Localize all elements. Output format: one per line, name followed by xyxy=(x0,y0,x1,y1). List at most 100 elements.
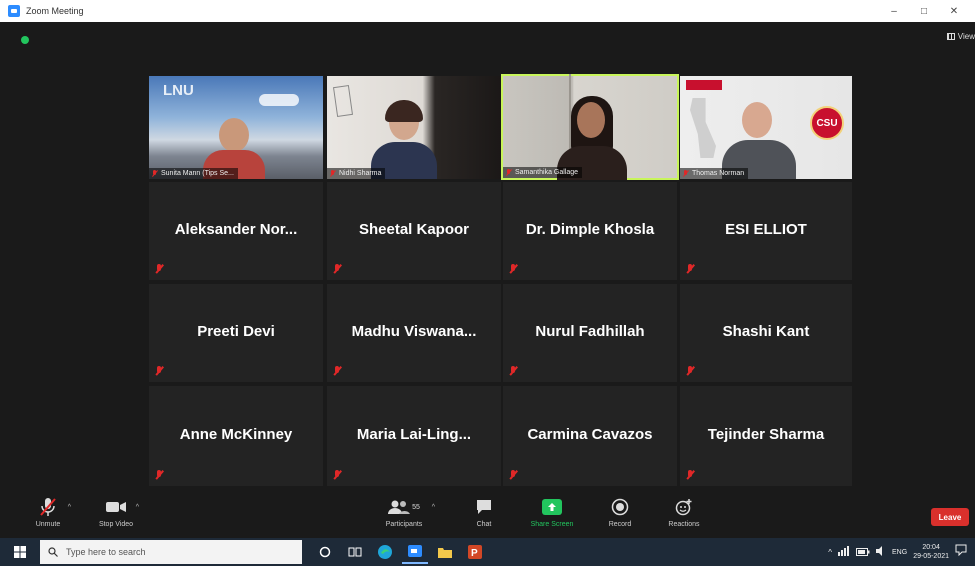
participants-icon: 55 xyxy=(388,496,420,518)
participant-name-label: Thomas Norman xyxy=(680,168,749,179)
participant-tile[interactable]: Tejinder Sharma xyxy=(680,386,852,486)
file-explorer-icon[interactable] xyxy=(432,540,458,564)
participant-tile[interactable]: Aleksander Nor... xyxy=(149,182,323,280)
muted-mic-icon xyxy=(509,264,517,274)
share-screen-icon xyxy=(541,496,563,518)
muted-mic-icon xyxy=(686,264,694,274)
participant-name: Sheetal Kapoor xyxy=(358,220,470,238)
muted-mic-icon xyxy=(333,470,341,480)
participant-name: Nidhi Sharma xyxy=(339,170,382,177)
edge-browser-icon[interactable] xyxy=(372,540,398,564)
muted-mic-icon xyxy=(683,170,689,178)
muted-mic-icon xyxy=(686,470,694,480)
cortana-icon[interactable] xyxy=(312,540,338,564)
windows-taskbar: Type here to search P ^ ENG 20:04 29-05-… xyxy=(0,538,975,566)
maximize-button[interactable]: □ xyxy=(909,0,939,22)
minimize-button[interactable]: – xyxy=(879,0,909,22)
windows-start-icon[interactable] xyxy=(0,538,40,566)
battery-icon[interactable] xyxy=(856,543,870,561)
encryption-shield-icon[interactable] xyxy=(21,36,29,44)
search-placeholder: Type here to search xyxy=(66,547,146,557)
wall-decor xyxy=(332,85,354,117)
chat-bubble-icon xyxy=(475,496,493,518)
participant-name: Madhu Viswana... xyxy=(351,322,477,340)
video-tile-active-speaker[interactable]: Samanthika Gallage xyxy=(501,74,679,180)
record-button[interactable]: Record xyxy=(585,496,655,528)
video-tile[interactable]: CSU Thomas Norman xyxy=(680,76,852,179)
participant-name: Maria Lai-Ling... xyxy=(356,425,472,443)
participant-tile[interactable]: ESI ELLIOT xyxy=(680,182,852,280)
share-screen-label: Share Screen xyxy=(530,521,574,528)
participant-name: Nurul Fadhillah xyxy=(535,322,645,340)
csu-logo-text: CSU xyxy=(816,117,838,129)
view-button[interactable]: View xyxy=(946,32,975,41)
muted-mic-icon xyxy=(686,366,694,376)
show-hidden-icons-chevron-icon[interactable]: ^ xyxy=(828,548,832,557)
participant-name: Shashi Kant xyxy=(722,322,810,340)
participant-tile[interactable]: Carmina Cavazos xyxy=(503,386,677,486)
muted-mic-icon xyxy=(333,264,341,274)
meeting-area: View LNU Sunita Mann (Tips Se... Nidhi S… xyxy=(9,22,975,490)
powerpoint-icon[interactable]: P xyxy=(462,540,488,564)
unmute-button[interactable]: ^ Unmute xyxy=(13,496,83,528)
svg-text:P: P xyxy=(471,548,478,559)
close-button[interactable]: ✕ xyxy=(939,0,969,22)
muted-microphone-icon xyxy=(40,496,56,518)
gallery-view-icon xyxy=(946,33,955,40)
system-clock[interactable]: 20:04 29-05-2021 xyxy=(913,543,949,561)
muted-mic-icon xyxy=(509,470,517,480)
task-view-icon[interactable] xyxy=(342,540,368,564)
participant-name-label: Nidhi Sharma xyxy=(327,168,386,179)
window-controls: – □ ✕ xyxy=(879,0,969,22)
participant-tile[interactable]: Shashi Kant xyxy=(680,284,852,382)
search-icon xyxy=(48,547,58,557)
stop-video-label: Stop Video xyxy=(98,521,134,528)
leave-button[interactable]: Leave xyxy=(931,508,969,526)
reactions-button[interactable]: Reactions xyxy=(649,496,719,528)
share-screen-button[interactable]: Share Screen xyxy=(517,496,587,528)
participant-tile[interactable]: Madhu Viswana... xyxy=(327,284,501,382)
participant-tile[interactable]: Nurul Fadhillah xyxy=(503,284,677,382)
participant-name-label: Sunita Mann (Tips Se... xyxy=(149,168,238,179)
notifications-icon[interactable] xyxy=(955,543,967,561)
audio-options-chevron-icon[interactable]: ^ xyxy=(68,504,71,511)
video-options-chevron-icon[interactable]: ^ xyxy=(136,504,139,511)
stop-video-button[interactable]: ^ Stop Video xyxy=(81,496,151,528)
state-map-shape xyxy=(690,98,716,158)
unmute-label: Unmute xyxy=(35,521,61,528)
video-tile[interactable]: Nidhi Sharma xyxy=(327,76,501,179)
input-language-indicator[interactable]: ENG xyxy=(892,549,907,556)
participant-tile[interactable]: Maria Lai-Ling... xyxy=(327,386,501,486)
participant-name: Anne McKinney xyxy=(179,425,293,443)
participants-button[interactable]: 55 ^ Participants xyxy=(369,496,439,528)
participant-tile[interactable]: Sheetal Kapoor xyxy=(327,182,501,280)
record-label: Record xyxy=(608,521,632,528)
participant-name: ESI ELLIOT xyxy=(725,220,807,238)
volume-icon[interactable] xyxy=(876,543,886,561)
csu-banner xyxy=(686,80,722,90)
clock-date: 29-05-2021 xyxy=(913,553,949,560)
zoom-app-icon xyxy=(8,5,20,17)
pinned-apps: P xyxy=(312,540,488,564)
participant-tile[interactable]: Anne McKinney xyxy=(149,386,323,486)
participant-head xyxy=(219,118,249,152)
network-icon[interactable] xyxy=(838,543,850,561)
participant-name: Samanthika Gallage xyxy=(515,169,579,176)
muted-mic-icon xyxy=(506,169,512,177)
participant-name: Thomas Norman xyxy=(692,170,745,177)
participant-name: Carmina Cavazos xyxy=(527,425,653,443)
participant-name: Preeti Devi xyxy=(197,322,275,340)
meeting-toolbar: ^ Unmute ^ Stop Video 55 ^ Participants … xyxy=(9,490,975,538)
participant-head xyxy=(742,102,772,138)
participant-tile[interactable]: Preeti Devi xyxy=(149,284,323,382)
chat-button[interactable]: Chat xyxy=(449,496,519,528)
participant-name-label: Samanthika Gallage xyxy=(503,167,583,178)
video-tile[interactable]: LNU Sunita Mann (Tips Se... xyxy=(149,76,323,179)
participants-options-chevron-icon[interactable]: ^ xyxy=(432,504,435,511)
zoom-taskbar-icon[interactable] xyxy=(402,540,428,564)
taskbar-search-box[interactable]: Type here to search xyxy=(40,540,302,564)
participant-head xyxy=(577,102,605,138)
participant-tile[interactable]: Dr. Dimple Khosla xyxy=(503,182,677,280)
system-tray: ^ ENG 20:04 29-05-2021 xyxy=(828,538,967,566)
reactions-label: Reactions xyxy=(668,521,700,528)
